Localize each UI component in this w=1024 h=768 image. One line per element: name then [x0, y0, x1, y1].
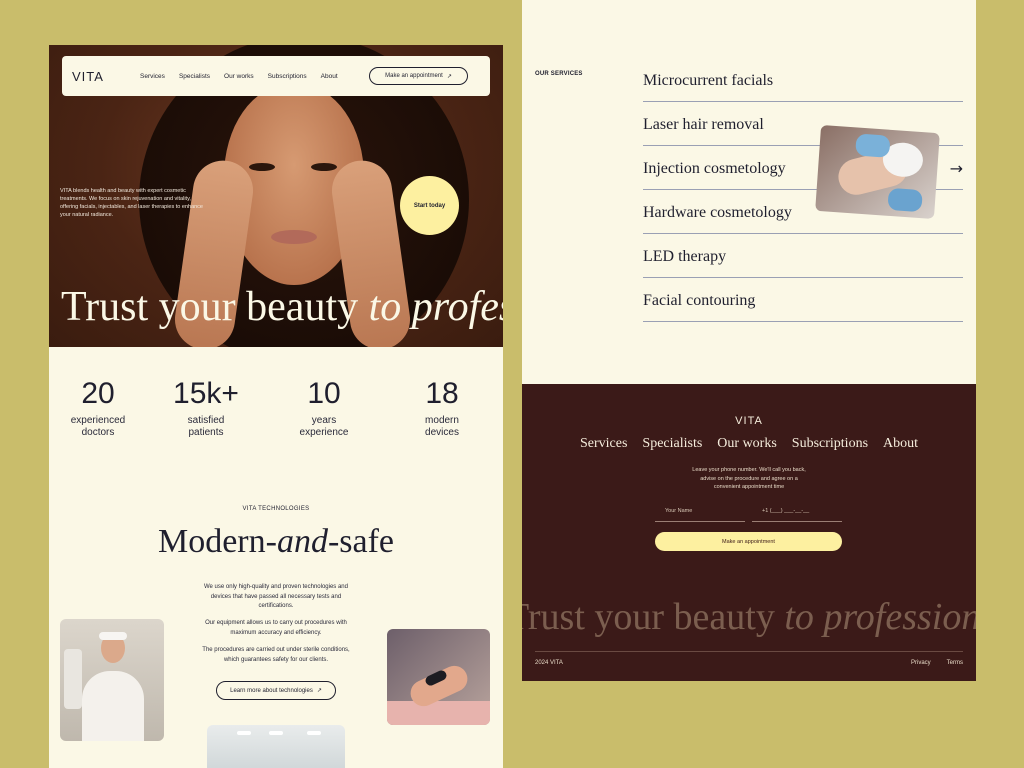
nav-link-about[interactable]: About — [321, 73, 338, 80]
footer-link-specialists[interactable]: Specialists — [642, 436, 702, 452]
stat-patients: 15k+ satisfied patients — [147, 377, 265, 439]
hero-headline: Trust your beauty to professionals — [61, 283, 503, 331]
service-item-microcurrent[interactable]: Microcurrent facials — [643, 58, 963, 102]
stat-value: 18 — [425, 377, 459, 410]
service-item-led-therapy[interactable]: LED therapy — [643, 234, 963, 278]
arrow-right-icon: → — [949, 159, 963, 178]
nav-link-our-works[interactable]: Our works — [224, 73, 254, 80]
hero-photo-eye — [311, 163, 337, 171]
arrow-up-right-icon: ↗ — [316, 688, 322, 694]
learn-more-technologies-button[interactable]: Learn more about technologies ↗ — [216, 681, 336, 700]
nav-link-services[interactable]: Services — [140, 73, 165, 80]
stat-value: 15k+ — [173, 377, 239, 410]
stat-label: experienced doctors — [70, 415, 126, 438]
stat-doctors: 20 experienced doctors — [49, 377, 147, 439]
footer-divider — [535, 651, 963, 652]
nav-link-specialists[interactable]: Specialists — [179, 73, 210, 80]
top-navbar: VITA Services Specialists Our works Subs… — [62, 56, 490, 96]
footer-appointment-button[interactable]: Make an appointment — [655, 532, 842, 551]
privacy-link[interactable]: Privacy — [911, 660, 931, 666]
stat-devices: 18 modern devices — [383, 377, 501, 439]
phone-input[interactable]: +1 (___) ___-__-__ — [752, 508, 842, 522]
photo-woman-in-robe — [60, 619, 164, 741]
name-input[interactable]: Your Name — [655, 508, 745, 522]
photo-clinic-room — [207, 725, 345, 768]
footer-link-about[interactable]: About — [883, 436, 918, 452]
footer-copyright: 2024 VITA — [535, 660, 563, 666]
hero-intro-text: VITA blends health and beauty with exper… — [60, 188, 203, 218]
footer-link-subscriptions[interactable]: Subscriptions — [792, 436, 868, 452]
footer-link-services[interactable]: Services — [580, 436, 627, 452]
footer-callback-note: Leave your phone number. We'll call you … — [692, 467, 806, 490]
arrow-up-right-icon: ↗ — [446, 73, 452, 80]
logo[interactable]: VITA — [72, 69, 140, 84]
footer-nav: Services Specialists Our works Subscript… — [522, 436, 976, 452]
photo-laser-treatment — [387, 629, 490, 725]
stat-years: 10 years experience — [265, 377, 383, 439]
technologies-paragraph: Our equipment allows us to carry out pro… — [205, 620, 347, 636]
services-eyebrow: OUR SERVICES — [535, 71, 583, 77]
stat-label: years experience — [299, 415, 349, 438]
make-appointment-button[interactable]: Make an appointment ↗ — [369, 67, 468, 85]
hero-section: VITA Services Specialists Our works Subs… — [49, 45, 503, 347]
technologies-title: Modern-and-safe — [157, 523, 395, 560]
hero-headline-italic: to professionals — [368, 284, 503, 330]
footer-link-our-works[interactable]: Our works — [717, 436, 777, 452]
footer-logo[interactable]: VITA — [522, 415, 976, 427]
hero-photo-eye — [249, 163, 275, 171]
footer-legal-links: Privacy Terms — [911, 660, 963, 666]
nav-link-subscriptions[interactable]: Subscriptions — [268, 73, 307, 80]
terms-link[interactable]: Terms — [947, 660, 963, 666]
stat-label: modern devices — [425, 415, 459, 438]
technologies-eyebrow: VITA TECHNOLOGIES — [242, 506, 310, 512]
stat-value: 20 — [81, 377, 115, 410]
footer-headline: Trust your beauty to professionals — [522, 596, 976, 638]
service-item-facial-contouring[interactable]: Facial contouring — [643, 278, 963, 322]
start-today-button[interactable]: Start today — [400, 176, 459, 235]
stats-row: 20 experienced doctors 15k+ satisfied pati… — [49, 377, 503, 439]
technologies-paragraph: The procedures are carried out under ste… — [202, 647, 350, 663]
nav-links: Services Specialists Our works Subscript… — [140, 73, 338, 80]
technologies-paragraph: We use only high-quality and proven tech… — [204, 584, 348, 609]
stat-value: 10 — [307, 377, 341, 410]
learn-more-label: Learn more about technologies — [230, 687, 313, 694]
service-hover-photo — [815, 124, 940, 220]
make-appointment-label: Make an appointment — [385, 73, 443, 79]
hero-photo-lips — [271, 230, 317, 244]
hero-headline-main: Trust your beauty — [61, 284, 359, 330]
stat-label: satisfied patients — [187, 415, 225, 438]
landing-page-left: VITA Services Specialists Our works Subs… — [49, 45, 503, 768]
footer: VITA Services Specialists Our works Subs… — [522, 384, 976, 681]
landing-page-right: OUR SERVICES Microcurrent facials Laser … — [522, 0, 976, 681]
